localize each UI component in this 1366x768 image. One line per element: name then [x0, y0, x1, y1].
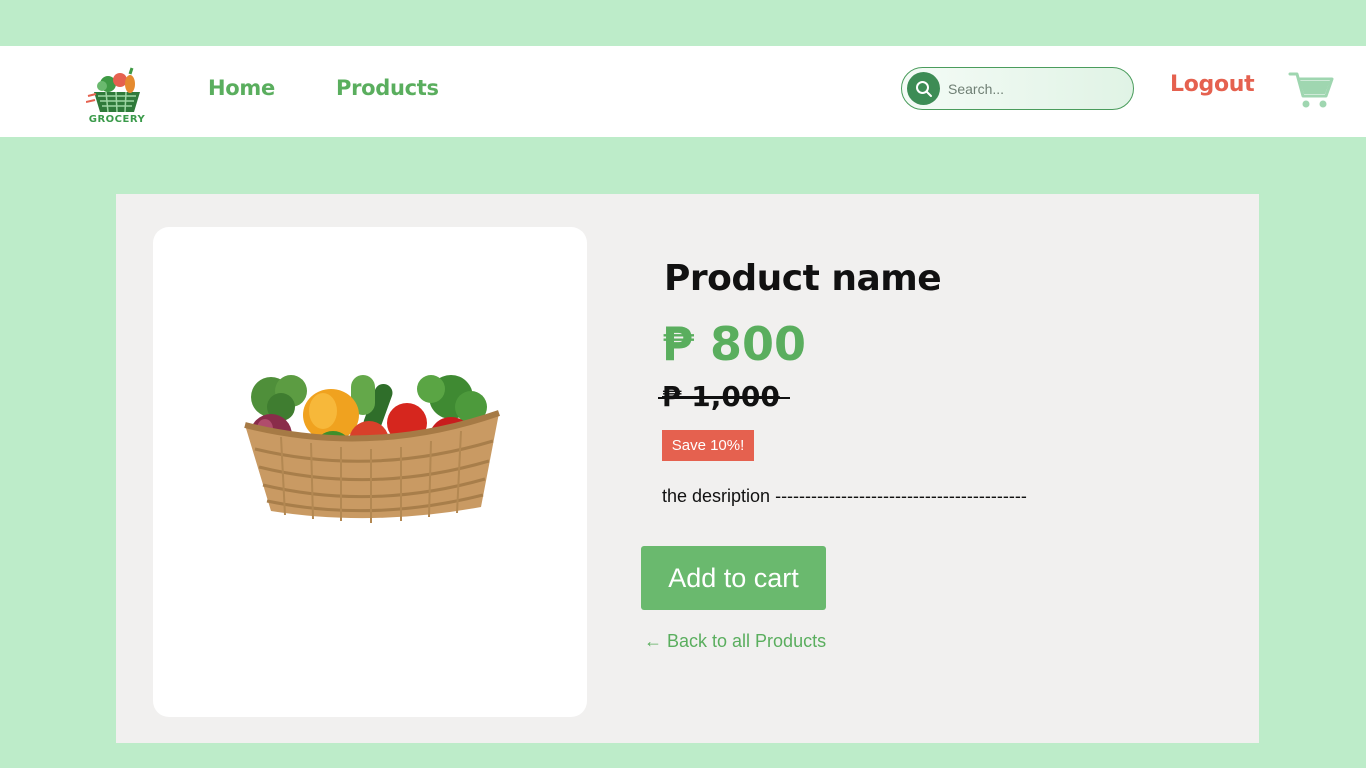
nav-home-link[interactable]: Home	[208, 76, 275, 100]
product-name: Product name	[664, 258, 942, 299]
search-icon	[915, 80, 932, 97]
cart-button[interactable]	[1288, 70, 1334, 110]
back-to-products-link[interactable]: ← Back to all Products	[644, 631, 826, 652]
logo-text: GROCERY	[88, 114, 146, 125]
grocery-logo[interactable]: GROCERY	[85, 66, 148, 132]
site-header: GROCERY Home Products Logout	[0, 46, 1366, 137]
page: GROCERY Home Products Logout	[0, 0, 1366, 768]
search-button[interactable]	[907, 72, 940, 105]
logout-link[interactable]: Logout	[1170, 72, 1255, 97]
nav-products-link[interactable]: Products	[336, 76, 439, 100]
add-to-cart-button[interactable]: Add to cart	[641, 546, 826, 610]
strikethrough-line	[658, 397, 790, 399]
vegetable-basket-image	[244, 375, 500, 523]
product-image-box	[153, 227, 587, 717]
product-description: the desription -------------------------…	[662, 486, 1027, 506]
grocery-basket-logo-icon	[85, 67, 140, 113]
discount-badge: Save 10%!	[662, 430, 754, 461]
cart-icon	[1288, 72, 1334, 108]
product-price: ₱ 800	[662, 317, 807, 371]
search-box	[901, 67, 1134, 110]
product-card: Product name ₱ 800 ₱ 1,000 Save 10%! the…	[116, 194, 1259, 743]
search-input[interactable]	[948, 76, 1123, 102]
